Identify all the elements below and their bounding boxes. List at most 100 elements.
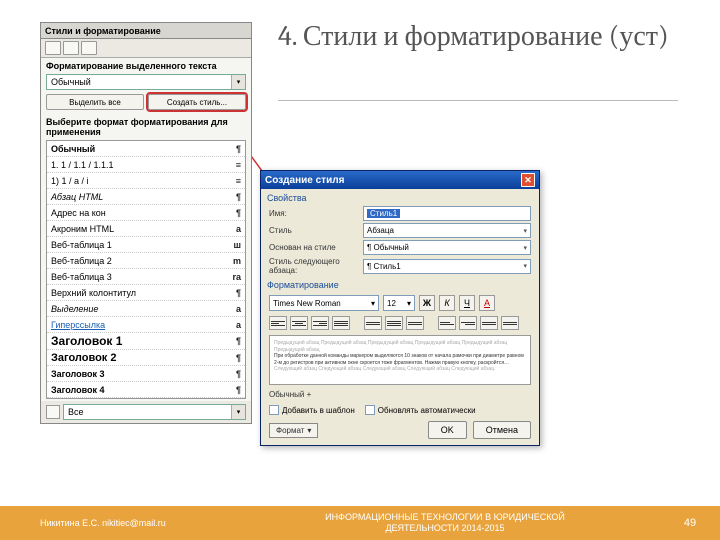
page-number: 49 [660, 517, 720, 529]
close-icon[interactable]: ✕ [521, 173, 535, 187]
based-on-combo[interactable]: ¶ Обычный▾ [363, 240, 531, 255]
char-icon: a [236, 320, 241, 330]
char-icon: a [236, 304, 241, 314]
font-size-combo[interactable]: 12▾ [383, 295, 415, 311]
italic-button[interactable]: К [439, 295, 455, 311]
list-item[interactable]: Верхний колонтитул¶ [47, 285, 245, 301]
filter-icon[interactable] [46, 405, 60, 419]
table-icon: ш [233, 240, 241, 250]
list-item[interactable]: 1) 1 / a / i≡ [47, 173, 245, 189]
spacing-after-button[interactable] [501, 316, 519, 330]
footer-author: Никитина Е.С. nikitiec@mail.ru [0, 518, 230, 528]
paragraph-icon: ¶ [236, 144, 241, 154]
dialog-titlebar[interactable]: Создание стиля ✕ [261, 171, 539, 189]
chevron-down-icon: ▾ [231, 405, 245, 419]
paragraph-icon: ¶ [236, 208, 241, 218]
panel-toolbar [41, 39, 251, 58]
styles-and-formatting-panel: Стили и форматирование Форматирование вы… [40, 22, 252, 424]
checkbox-icon [365, 405, 375, 415]
list-item[interactable]: Веб-таблица 2m [47, 253, 245, 269]
list-item[interactable]: Заголовок 1¶ [47, 333, 245, 350]
list-item[interactable]: 1. 1 / 1.1 / 1.1.1≡ [47, 157, 245, 173]
chevron-down-icon: ▾ [523, 244, 527, 252]
next-style-label: Стиль следующего абзаца: [269, 257, 359, 275]
format-selection-label: Форматирование выделенного текста [41, 58, 251, 72]
paragraph-icon: ¶ [236, 192, 241, 202]
style-type-combo[interactable]: Абзаца▾ [363, 223, 531, 238]
ok-button[interactable]: OK [428, 421, 467, 439]
paragraph-icon: ¶ [236, 385, 241, 395]
underline-button[interactable]: Ч [459, 295, 475, 311]
align-right-button[interactable] [311, 316, 329, 330]
list-item[interactable]: Выделениеa [47, 301, 245, 317]
paragraph-styles-icon[interactable] [45, 41, 61, 55]
current-style-combo[interactable]: Обычный ▾ [46, 74, 246, 90]
chevron-down-icon: ▾ [523, 227, 527, 235]
format-dropdown-button[interactable]: Формат▾ [269, 423, 318, 438]
dialog-title: Создание стиля [265, 175, 344, 186]
style-list[interactable]: Обычный¶ 1. 1 / 1.1 / 1.1.1≡ 1) 1 / a / … [46, 140, 246, 399]
paragraph-icon: ¶ [236, 353, 241, 363]
bold-button[interactable]: Ж [419, 295, 435, 311]
spacing-before-button[interactable] [480, 316, 498, 330]
paragraph-icon: ¶ [236, 369, 241, 379]
paragraph-icon: ¶ [236, 288, 241, 298]
line-spacing-2-button[interactable] [406, 316, 424, 330]
list-item[interactable]: Веб-таблица 1ш [47, 237, 245, 253]
formatting-group-label: Форматирование [261, 276, 539, 292]
chevron-down-icon: ▾ [371, 299, 375, 308]
list-item[interactable]: Веб-таблица 3ra [47, 269, 245, 285]
cancel-button[interactable]: Отмена [473, 421, 531, 439]
list-item[interactable]: Заголовок 4¶ [47, 382, 245, 398]
filter-value: Все [68, 407, 84, 417]
font-color-button[interactable]: A [479, 295, 495, 311]
indent-decrease-button[interactable] [438, 316, 456, 330]
paragraph-icon: ¶ [236, 336, 241, 346]
panel-titlebar: Стили и форматирование [41, 23, 251, 39]
based-on-label: Основан на стиле [269, 243, 359, 252]
panel-title: Стили и форматирование [45, 26, 161, 36]
style-description: Обычный + [269, 388, 531, 401]
list-styles-icon[interactable] [81, 41, 97, 55]
preview-area: Предыдущий абзац Предыдущий абзац Предыд… [269, 335, 531, 385]
align-center-button[interactable] [290, 316, 308, 330]
char-styles-icon[interactable] [63, 41, 79, 55]
next-style-combo[interactable]: ¶ Стиль1▾ [363, 259, 531, 274]
list-icon: ≡ [236, 160, 241, 170]
footer-course: ИНФОРМАЦИОННЫЕ ТЕХНОЛОГИИ В ЮРИДИЧЕСКОЙ … [230, 512, 660, 534]
list-item[interactable]: Адрес на кон¶ [47, 205, 245, 221]
checkbox-icon [269, 405, 279, 415]
chevron-down-icon: ▾ [407, 299, 411, 308]
list-item[interactable]: Гиперссылкаa [47, 317, 245, 333]
font-name-combo[interactable]: Times New Roman▾ [269, 295, 379, 311]
show-filter-combo[interactable]: Все ▾ [63, 404, 246, 420]
align-justify-button[interactable] [332, 316, 350, 330]
list-item[interactable]: Заголовок 3¶ [47, 366, 245, 382]
auto-update-checkbox[interactable]: Обновлять автоматически [365, 405, 476, 415]
name-label: Имя: [269, 209, 359, 218]
align-left-button[interactable] [269, 316, 287, 330]
pick-format-label: Выберите формат форматирования для приме… [41, 114, 251, 138]
title-underline [278, 100, 678, 101]
list-item[interactable]: Акроним HTMLa [47, 221, 245, 237]
line-spacing-1-button[interactable] [364, 316, 382, 330]
list-item[interactable]: Обычный¶ [47, 141, 245, 157]
current-style-value: Обычный [51, 77, 91, 87]
create-style-dialog: Создание стиля ✕ Свойства Имя: Стиль1 Ст… [260, 170, 540, 446]
chevron-down-icon: ▾ [231, 75, 245, 89]
style-name-input[interactable]: Стиль1 [363, 206, 531, 221]
chevron-down-icon: ▾ [307, 426, 311, 435]
add-to-template-checkbox[interactable]: Добавить в шаблон [269, 405, 355, 415]
line-spacing-15-button[interactable] [385, 316, 403, 330]
type-label: Стиль [269, 226, 359, 235]
slide-footer: Никитина Е.С. nikitiec@mail.ru ИНФОРМАЦИ… [0, 506, 720, 540]
list-item[interactable]: Заголовок 2¶ [47, 350, 245, 366]
slide-title: 4. Стили и форматирование (уст) [278, 20, 669, 54]
select-all-button[interactable]: Выделить все [46, 94, 144, 110]
create-style-button[interactable]: Создать стиль... [148, 94, 246, 110]
list-item[interactable]: Абзац HTML¶ [47, 189, 245, 205]
indent-increase-button[interactable] [459, 316, 477, 330]
list-icon: ≡ [236, 176, 241, 186]
table-icon: ra [232, 272, 241, 282]
properties-group-label: Свойства [261, 189, 539, 205]
